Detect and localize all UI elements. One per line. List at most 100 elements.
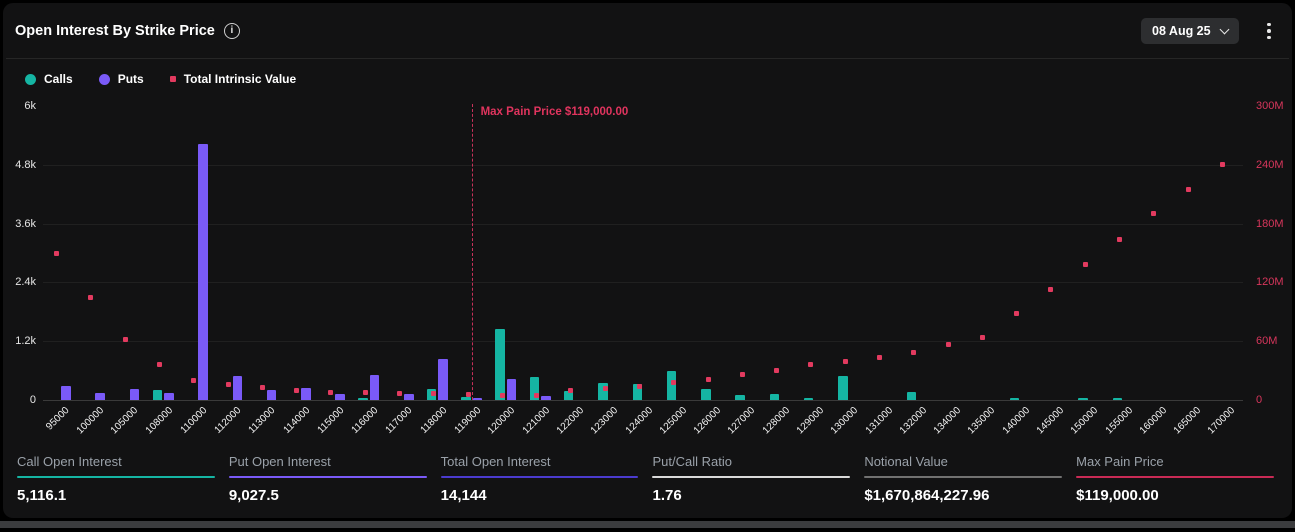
- intrinsic-value-dot: [1151, 211, 1157, 217]
- stat-label: Call Open Interest: [17, 454, 122, 469]
- intrinsic-value-dot: [739, 372, 745, 378]
- chart-plot-area: 0 0 1.2k 60M 2.4k 120M 3.6k 180M 4.8k 240M 6k 300M 9…: [15, 100, 1284, 437]
- y-axis-label-left: 3.6k: [15, 217, 36, 230]
- put-bar: [61, 385, 71, 400]
- stat-max-pain-price: Max Pain Price $119,000.00: [1076, 454, 1274, 504]
- call-bar: [769, 394, 780, 400]
- intrinsic-value-dot: [979, 334, 985, 340]
- horizontal-scrollbar[interactable]: [0, 521, 1295, 528]
- page-title-text: Open Interest By Strike Price: [15, 23, 215, 39]
- call-bar: [1078, 398, 1088, 400]
- y-axis-label-right: 240M: [1256, 158, 1284, 171]
- call-bar: [461, 396, 471, 400]
- legend-item-puts[interactable]: Puts: [98, 72, 144, 86]
- kebab-menu-button[interactable]: [1259, 18, 1279, 44]
- stat-label: Max Pain Price: [1076, 454, 1164, 469]
- intrinsic-value-dot: [1219, 162, 1225, 168]
- y-axis-label-left: 6k: [24, 100, 36, 112]
- y-axis-label-left: 0: [29, 394, 36, 406]
- intrinsic-value-dot: [1082, 262, 1088, 268]
- intrinsic-value-dot: [808, 362, 814, 368]
- date-selector[interactable]: 08 Aug 25: [1141, 18, 1239, 44]
- put-bar: [506, 378, 517, 400]
- call-bar: [1009, 398, 1020, 400]
- intrinsic-value-dot: [191, 377, 197, 383]
- gridline: [43, 341, 1243, 343]
- legend-item-total-intrinsic-value[interactable]: Total Intrinsic Value: [169, 72, 296, 86]
- stat-label: Total Open Interest: [440, 454, 551, 469]
- stat-underline: [1076, 476, 1274, 478]
- intrinsic-value-dot: [1048, 286, 1054, 292]
- y-axis-label-right: 180M: [1256, 217, 1284, 230]
- call-bar: [1112, 398, 1122, 400]
- legend-item-calls[interactable]: Calls: [25, 72, 73, 86]
- intrinsic-value-dot: [225, 381, 231, 387]
- intrinsic-value-dot: [671, 379, 677, 385]
- gridline: [43, 223, 1243, 225]
- stat-value: $1,670,864,227.96: [864, 487, 990, 504]
- intrinsic-value-dot: [1014, 311, 1020, 317]
- put-bar: [472, 398, 483, 400]
- call-bar: [358, 397, 368, 400]
- kebab-dot: [1267, 35, 1271, 40]
- stat-underline: [228, 476, 427, 478]
- intrinsic-value-dot: [465, 391, 471, 397]
- intrinsic-value-dot: [88, 294, 94, 300]
- y-axis-label-left: 4.8k: [15, 158, 36, 171]
- stat-value: 9,027.5: [228, 487, 279, 504]
- max-pain-line: [471, 104, 473, 400]
- stat-label: Put/Call Ratio: [652, 454, 732, 469]
- intrinsic-value-dot: [397, 390, 402, 396]
- date-selector-value: 08 Aug 25: [1152, 24, 1211, 38]
- intrinsic-value-dot: [328, 389, 334, 395]
- call-bar: [701, 388, 711, 400]
- gridline: [43, 400, 1243, 401]
- y-axis-label-right: 120M: [1256, 276, 1284, 289]
- kebab-dot: [1267, 29, 1271, 33]
- stat-put-call-ratio: Put/Call Ratio 1.76: [652, 454, 851, 504]
- intrinsic-value-dot: [1185, 186, 1191, 192]
- put-bar: [541, 396, 551, 400]
- intrinsic-value-dot: [602, 385, 608, 391]
- intrinsic-value-dot: [122, 336, 128, 342]
- stat-value: 1.76: [652, 487, 682, 504]
- header-divider: [6, 58, 1289, 59]
- put-bar: [266, 389, 277, 400]
- info-icon[interactable]: i: [223, 23, 240, 39]
- max-pain-label: Max Pain Price $119,000.00: [480, 106, 629, 118]
- intrinsic-value-dot: [1117, 236, 1122, 242]
- intrinsic-value-dot: [568, 387, 574, 393]
- put-bar: [335, 393, 345, 400]
- legend-label: Calls: [44, 72, 73, 86]
- y-axis-label-left: 1.2k: [15, 335, 36, 348]
- intrinsic-value-dot: [911, 350, 917, 356]
- intrinsic-value-dot: [499, 392, 505, 398]
- y-axis-label-right: 0: [1256, 394, 1263, 406]
- legend-swatch-icon: [169, 76, 176, 82]
- chart-legend: Calls Puts Total Intrinsic Value: [25, 72, 296, 86]
- put-bar: [404, 394, 414, 400]
- put-bar: [301, 387, 311, 400]
- summary-stats-row: Call Open Interest 5,116.1 Put Open Intere…: [17, 454, 1274, 504]
- put-bar: [164, 393, 174, 400]
- y-axis-label-left: 2.4k: [15, 276, 36, 289]
- stat-underline: [652, 476, 851, 478]
- gridline: [43, 282, 1243, 284]
- stat-value: 5,116.1: [17, 487, 67, 504]
- intrinsic-value-dot: [54, 251, 60, 257]
- stat-total-open-interest: Total Open Interest 14,144: [440, 454, 639, 504]
- put-bar: [438, 358, 448, 400]
- stat-underline: [864, 476, 1063, 478]
- put-bar: [369, 374, 380, 400]
- options-dashboard: Open Interest By Strike Price i 08 Aug 2…: [0, 0, 1295, 532]
- call-bar: [906, 392, 917, 400]
- legend-swatch-icon: [98, 73, 110, 85]
- call-bar: [152, 389, 162, 400]
- intrinsic-value-dot: [534, 392, 540, 398]
- stat-value: $119,000.00: [1076, 487, 1159, 504]
- call-bar: [803, 398, 814, 400]
- intrinsic-value-dot: [157, 362, 162, 368]
- call-bar: [495, 328, 505, 400]
- call-bar: [838, 376, 848, 400]
- stat-value: 14,144: [440, 487, 487, 504]
